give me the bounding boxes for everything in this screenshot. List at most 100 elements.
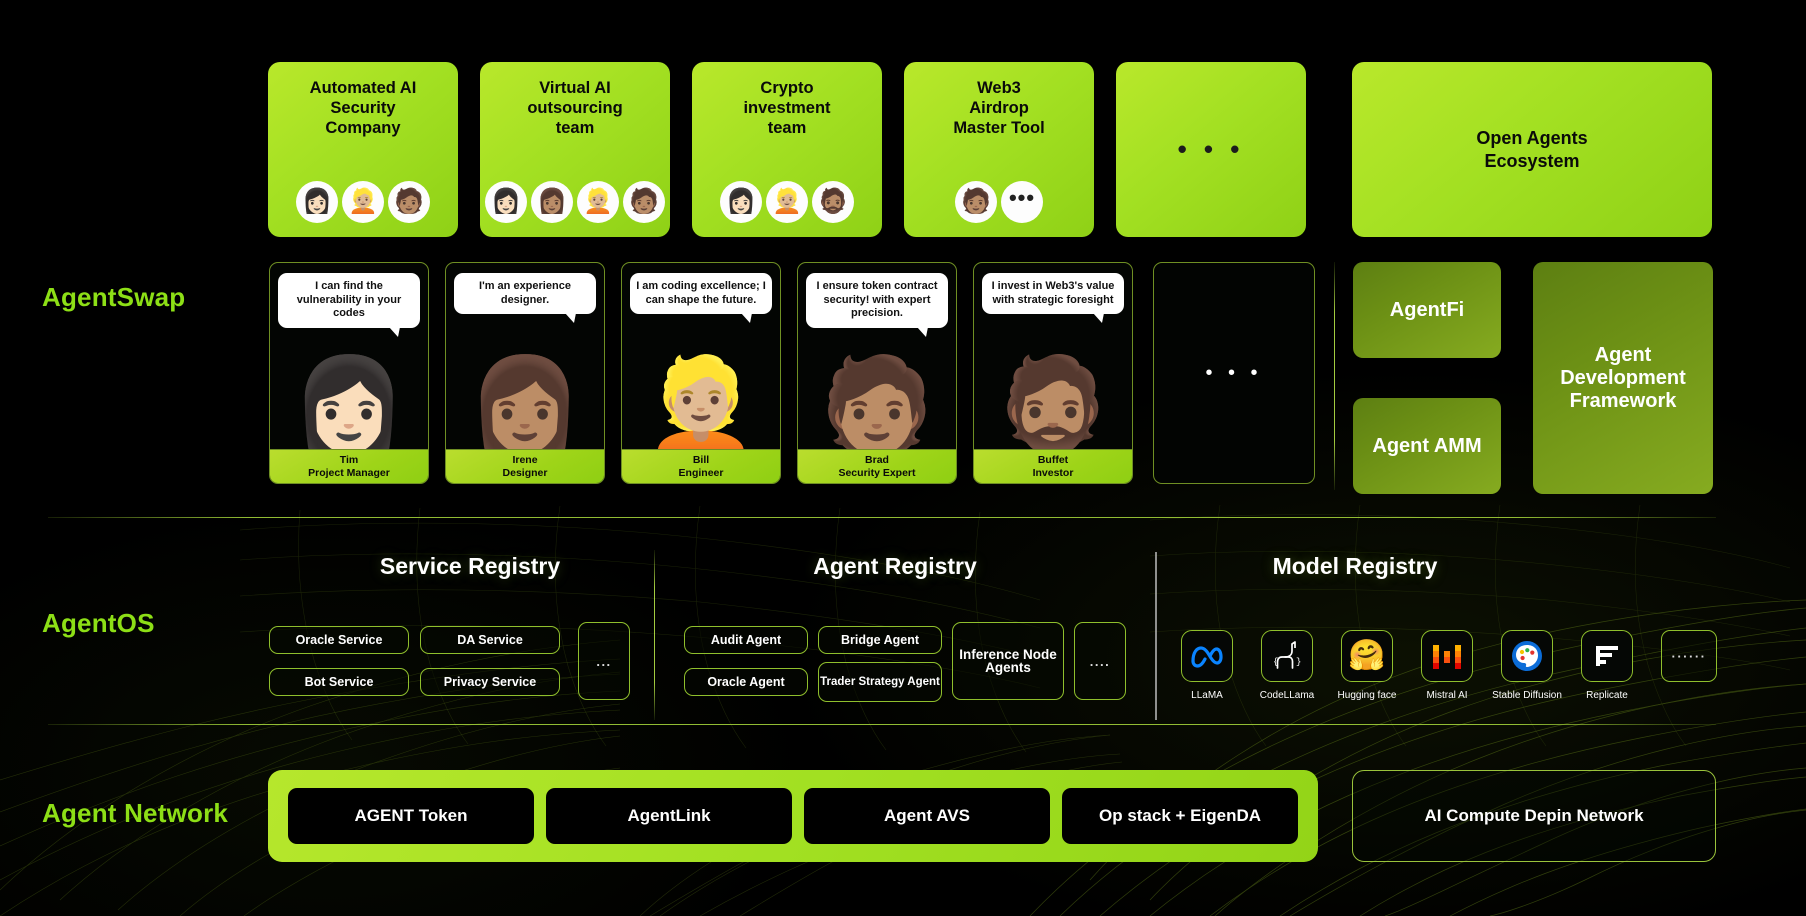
product-card-title: Automated AI Security Company [309, 79, 417, 137]
ai-compute-depin-network-box[interactable]: AI Compute Depin Network [1352, 770, 1716, 862]
agent-card-irene[interactable]: I'm an experience designer. 👩🏽 Irene Des… [445, 262, 605, 484]
agent-speech-bubble: I ensure token contract security! with e… [806, 273, 948, 336]
agent-name-plate: Tim Project Manager [270, 449, 428, 483]
avatar-row: 👩🏻 👩🏽 👱🏼 🧑🏽 [480, 181, 670, 223]
man-blond-avatar-icon: 👱🏼 [577, 181, 619, 223]
model-caption-replicate: Replicate [1586, 690, 1628, 701]
man-avatar-icon: 👱🏼 [342, 181, 384, 223]
panel-agentfi[interactable]: AgentFi [1353, 262, 1501, 358]
woman-avatar-icon: 👩🏻 [720, 181, 762, 223]
agent-speech-bubble: I can find the vulnerability in your cod… [278, 273, 420, 336]
agent-card-brad[interactable]: I ensure token contract security! with e… [797, 262, 957, 484]
man-cap-avatar-icon: 🧑🏽 [623, 181, 665, 223]
product-card-title: Web3 Airdrop Master Tool [953, 79, 1045, 137]
agent-role: Designer [502, 466, 548, 479]
more-dots-avatar-icon: ••• [1001, 181, 1043, 223]
pill-bridge-agent[interactable]: Bridge Agent [818, 626, 942, 654]
pill-audit-agent[interactable]: Audit Agent [684, 626, 808, 654]
pill-oracle-agent[interactable]: Oracle Agent [684, 668, 808, 696]
agent-name-plate: Irene Designer [446, 449, 604, 483]
svg-text:{: { [1273, 657, 1278, 667]
row-label-agentswap: AgentSwap [42, 282, 186, 312]
replicate-logo-icon [1596, 646, 1618, 666]
chip-agentlink[interactable]: AgentLink [546, 788, 792, 844]
pill-oracle-service[interactable]: Oracle Service [269, 626, 409, 654]
product-card-ellipsis: • • • [1177, 134, 1245, 164]
model-registry-title: Model Registry [1272, 553, 1438, 579]
agent-name-plate: Brad Security Expert [798, 449, 956, 483]
panel-agent-development-framework[interactable]: Agent Development Framework [1533, 262, 1713, 494]
divider-service-agent-registry [654, 550, 655, 720]
agent-registry-title: Agent Registry [813, 553, 977, 579]
agent-role: Project Manager [308, 466, 390, 479]
mistral-logo-icon [1433, 645, 1461, 669]
llama-logo-icon: { } [1273, 641, 1301, 669]
product-card-automated-ai-security[interactable]: Automated AI Security Company 👩🏻 👱🏼 🧑🏽 [268, 62, 458, 237]
meta-logo-icon [1191, 646, 1223, 668]
agent-card-bill[interactable]: I am coding excellence; I can shape the … [621, 262, 781, 484]
agent-speech-bubble: I'm an experience designer. [454, 273, 596, 323]
model-tile-llama[interactable] [1181, 630, 1233, 682]
man-cap-avatar-icon: 🧑🏽 [388, 181, 430, 223]
agent-card-tim[interactable]: I can find the vulnerability in your cod… [269, 262, 429, 484]
panel-agent-amm[interactable]: Agent AMM [1353, 398, 1501, 494]
agent-name-plate: Bill Engineer [622, 449, 780, 483]
product-card-title: Crypto investment team [743, 79, 831, 137]
pill-model-registry-more[interactable]: ······ [1661, 630, 1717, 682]
agent-card-more[interactable]: • • • [1153, 262, 1315, 484]
chip-op-stack-eigenda[interactable]: Op stack + EigenDA [1062, 788, 1298, 844]
woman-bun-avatar-icon: 👩🏽 [467, 353, 583, 456]
model-tile-stable-diffusion[interactable] [1501, 630, 1553, 682]
man-beard-avatar-icon: 🧔🏽 [812, 181, 854, 223]
man-cap-avatar-icon: 🧑🏽 [955, 181, 997, 223]
model-tile-mistral-ai[interactable] [1421, 630, 1473, 682]
product-card-virtual-ai-outsourcing[interactable]: Virtual AI outsourcing team 👩🏻 👩🏽 👱🏼 🧑🏽 [480, 62, 670, 237]
agent-name: Buffet [1037, 454, 1069, 466]
model-tile-replicate[interactable] [1581, 630, 1633, 682]
svg-text:}: } [1296, 657, 1301, 667]
model-tile-codellama[interactable]: { } [1261, 630, 1313, 682]
pill-inference-node-agents[interactable]: Inference Node Agents [952, 622, 1064, 700]
man-cap-avatar-icon: 🧑🏽 [819, 353, 935, 456]
pill-privacy-service[interactable]: Privacy Service [420, 668, 560, 696]
avatar-row: 🧑🏽 ••• [904, 181, 1094, 223]
product-card-more[interactable]: • • • [1116, 62, 1306, 237]
divider-agentswap-agentos [48, 517, 1716, 518]
agent-name: Irene [512, 454, 538, 466]
stable-diffusion-logo-icon [1512, 641, 1542, 671]
man-blond-avatar-icon: 👱🏼 [643, 353, 759, 456]
product-card-open-agents-ecosystem[interactable]: Open Agents Ecosystem [1352, 62, 1712, 237]
product-card-title: Open Agents Ecosystem [1476, 127, 1588, 171]
man-beard-avatar-icon: 🧔🏽 [995, 353, 1111, 456]
agent-speech-bubble: I invest in Web3's value with strategic … [982, 273, 1124, 323]
woman-avatar-icon: 👩🏻 [485, 181, 527, 223]
agent-card-buffet[interactable]: I invest in Web3's value with strategic … [973, 262, 1133, 484]
product-card-crypto-investment[interactable]: Crypto investment team 👩🏻 👱🏼 🧔🏽 [692, 62, 882, 237]
agent-role: Engineer [678, 466, 724, 479]
agent-role: Investor [1032, 466, 1074, 479]
agent-name-plate: Buffet Investor [974, 449, 1132, 483]
product-card-title: Virtual AI outsourcing team [527, 79, 623, 137]
service-registry-title: Service Registry [379, 553, 561, 579]
chip-agent-token[interactable]: AGENT Token [288, 788, 534, 844]
pill-trader-strategy-agent[interactable]: Trader Strategy Agent [818, 662, 942, 702]
agent-role: Security Expert [838, 466, 916, 479]
agent-name: Brad [865, 454, 889, 466]
hugging-face-logo-icon: 🤗 [1348, 639, 1386, 672]
avatar-row: 👩🏻 👱🏼 🧔🏽 [692, 181, 882, 223]
row-label-agentos: AgentOS [42, 608, 155, 638]
pill-da-service[interactable]: DA Service [420, 626, 560, 654]
pill-service-registry-more[interactable]: ... [578, 622, 630, 700]
agent-name: Bill [692, 454, 710, 466]
divider-agentos-network [48, 724, 1716, 725]
woman-glasses-avatar-icon: 👩🏻 [291, 353, 407, 456]
chip-agent-avs[interactable]: Agent AVS [804, 788, 1050, 844]
agent-speech-bubble: I am coding excellence; I can shape the … [630, 273, 772, 323]
product-card-web3-airdrop[interactable]: Web3 Airdrop Master Tool 🧑🏽 ••• [904, 62, 1094, 237]
woman-avatar-icon: 👩🏻 [296, 181, 338, 223]
row-label-agent-network: Agent Network [42, 798, 229, 828]
model-tile-hugging-face[interactable]: 🤗 [1341, 630, 1393, 682]
man-blond-avatar-icon: 👱🏼 [766, 181, 808, 223]
pill-agent-registry-more[interactable]: .... [1074, 622, 1126, 700]
pill-bot-service[interactable]: Bot Service [269, 668, 409, 696]
